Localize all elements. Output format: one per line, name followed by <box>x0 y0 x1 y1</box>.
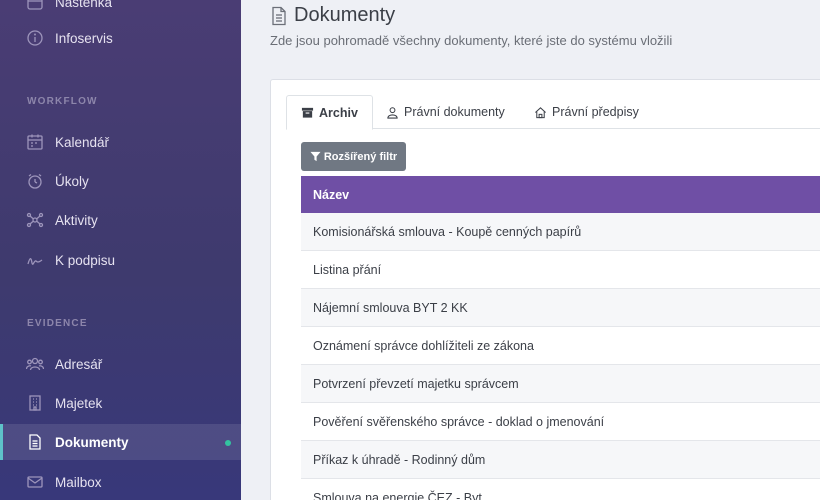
page-title: Dokumenty <box>294 4 396 26</box>
sidebar-item-nastenka[interactable]: Nástěnka <box>0 0 241 20</box>
section-label-evidence: EVIDENCE <box>27 318 88 329</box>
tab-pravni-dokumenty[interactable]: Právní dokumenty <box>372 95 519 129</box>
table-row[interactable]: Nájemní smlouva BYT 2 KK <box>301 289 820 327</box>
sidebar-item-label: Infoservis <box>55 30 113 46</box>
page-subtitle: Zde jsou pohromadě všechny dokumenty, kt… <box>270 33 673 48</box>
sidebar-item-label: Dokumenty <box>55 434 129 450</box>
dashboard-icon <box>26 0 44 11</box>
document-icon <box>26 433 44 451</box>
column-header-nazev[interactable]: Název <box>301 176 820 213</box>
sidebar-item-label: Majetek <box>55 395 103 411</box>
filter-icon <box>310 151 321 162</box>
documents-card: Archiv Právní dokumenty Právní předpisy … <box>270 79 820 500</box>
network-icon <box>26 211 44 229</box>
page-title-row: Dokumenty <box>270 4 672 27</box>
sidebar-item-aktivity[interactable]: Aktivity <box>0 202 241 238</box>
table-row[interactable]: Pověření svěřenského správce - doklad o … <box>301 403 820 441</box>
sidebar-item-infoservis[interactable]: Infoservis <box>0 20 241 56</box>
section-label-workflow: WORKFLOW <box>27 96 98 107</box>
table-row[interactable]: Potvrzení převzetí majetku správcem <box>301 365 820 403</box>
archive-icon <box>301 107 314 118</box>
tab-pravni-predpisy[interactable]: Právní předpisy <box>520 95 653 129</box>
sidebar-item-k-podpisu[interactable]: K podpisu <box>0 242 241 278</box>
table-row[interactable]: Komisionářská smlouva - Koupě cenných pa… <box>301 213 820 251</box>
advanced-filter-button[interactable]: Rozšířený filtr <box>301 142 406 171</box>
sidebar-item-label: Mailbox <box>55 474 102 490</box>
sidebar-item-label: Adresář <box>55 356 103 372</box>
users-icon <box>26 355 44 373</box>
documents-table: Název Komisionářská smlouva - Koupě cenn… <box>301 176 820 500</box>
calendar-icon <box>26 133 44 151</box>
sidebar-item-label: Kalendář <box>55 134 110 150</box>
signature-icon <box>26 251 44 269</box>
alarm-clock-icon <box>26 172 44 190</box>
tab-bar: Archiv Právní dokumenty Právní předpisy <box>286 95 820 130</box>
tab-archiv[interactable]: Archiv <box>286 95 373 130</box>
sidebar-item-adresar[interactable]: Adresář <box>0 346 241 382</box>
sidebar: Nástěnka Infoservis WORKFLOW Kalendář Úk… <box>0 0 241 500</box>
table-row[interactable]: Oznámení správce dohlížiteli ze zákona <box>301 327 820 365</box>
sidebar-item-majetek[interactable]: Majetek <box>0 385 241 421</box>
sidebar-item-label: Úkoly <box>55 173 89 189</box>
sidebar-item-mailbox[interactable]: Mailbox <box>0 464 241 500</box>
table-body: Komisionářská smlouva - Koupě cenných pa… <box>301 213 820 500</box>
home-icon <box>535 106 546 118</box>
sidebar-item-label: Aktivity <box>55 212 98 228</box>
table-row[interactable]: Smlouva na energie ČEZ - Byt <box>301 479 820 500</box>
sidebar-item-ukoly[interactable]: Úkoly <box>0 163 241 199</box>
page-header: Dokumenty Zde jsou pohromadě všechny dok… <box>270 4 672 48</box>
tab-label: Archiv <box>319 105 358 120</box>
tab-label: Právní předpisy <box>552 105 639 119</box>
sidebar-item-dokumenty[interactable]: Dokumenty <box>0 424 241 460</box>
sidebar-item-kalendar[interactable]: Kalendář <box>0 124 241 160</box>
info-icon <box>26 29 44 47</box>
table-row[interactable]: Příkaz k úhradě - Rodinný dům <box>301 441 820 479</box>
tab-label: Právní dokumenty <box>404 105 505 119</box>
person-icon <box>387 106 398 119</box>
document-icon <box>272 6 286 25</box>
sidebar-item-label: Nástěnka <box>55 0 113 10</box>
active-indicator-dot <box>225 440 231 446</box>
filter-button-label: Rozšířený filtr <box>323 150 398 163</box>
table-row[interactable]: Listina přání <box>301 251 820 289</box>
sidebar-item-label: K podpisu <box>55 252 116 268</box>
envelope-icon <box>26 473 44 491</box>
building-icon <box>26 394 44 412</box>
